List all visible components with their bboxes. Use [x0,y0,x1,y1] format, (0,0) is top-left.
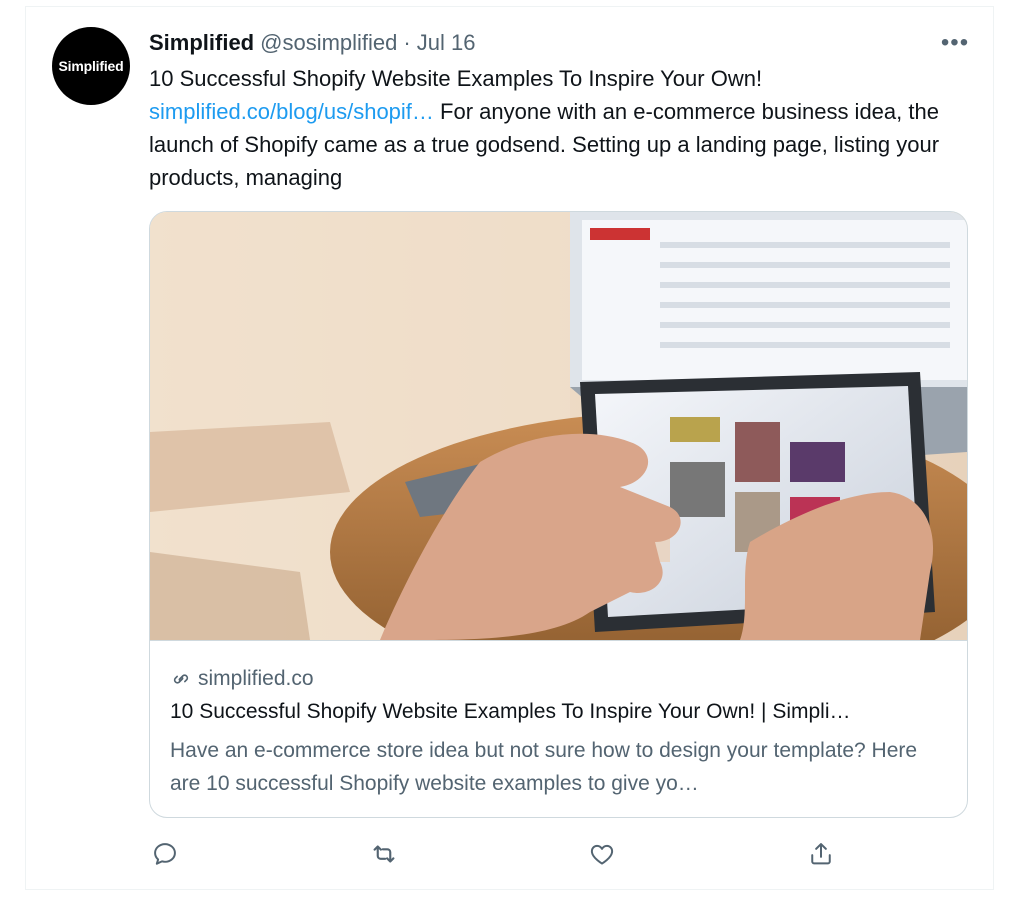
share-button[interactable] [803,836,839,872]
card-domain-text: simplified.co [198,667,314,690]
card-divider [150,640,967,641]
tweet-text-title: 10 Successful Shopify Website Examples T… [149,66,763,91]
card-photo [150,212,967,640]
author-name[interactable]: Simplified [149,30,254,56]
retweet-icon [373,845,395,863]
like-button[interactable] [584,836,620,872]
avatar-text: Simplified [58,58,124,74]
card-title: 10 Successful Shopify Website Examples T… [170,700,851,723]
tweet-actions [0,836,1024,872]
header-separator: · [403,30,411,55]
retweet-button[interactable] [366,836,402,872]
tweet-header: Simplified @sosimplified · Jul 16 [149,30,475,60]
more-options-icon[interactable]: ••• [938,28,972,58]
share-icon [811,843,831,865]
tweet-text: 10 Successful Shopify Website Examples T… [149,62,949,194]
tweet-link[interactable]: simplified.co/blog/us/shopif… [149,99,434,124]
reply-button[interactable] [147,836,183,872]
author-handle[interactable]: @sosimplified [260,30,397,56]
more-options-label: ••• [940,29,970,56]
reply-icon [154,843,176,865]
link-preview-card[interactable]: simplified.co 10 Successful Shopify Webs… [149,211,968,818]
like-icon [590,844,614,865]
tweet-date[interactable]: Jul 16 [417,30,476,56]
card-domain: simplified.co [170,665,314,693]
card-description: Have an e-commerce store idea but not su… [170,739,918,795]
link-icon [173,674,189,684]
tweet-text-body: simplified.co/blog/us/shopif… For anyone… [149,95,949,194]
card-image[interactable] [150,212,967,640]
avatar[interactable]: Simplified [52,27,130,105]
